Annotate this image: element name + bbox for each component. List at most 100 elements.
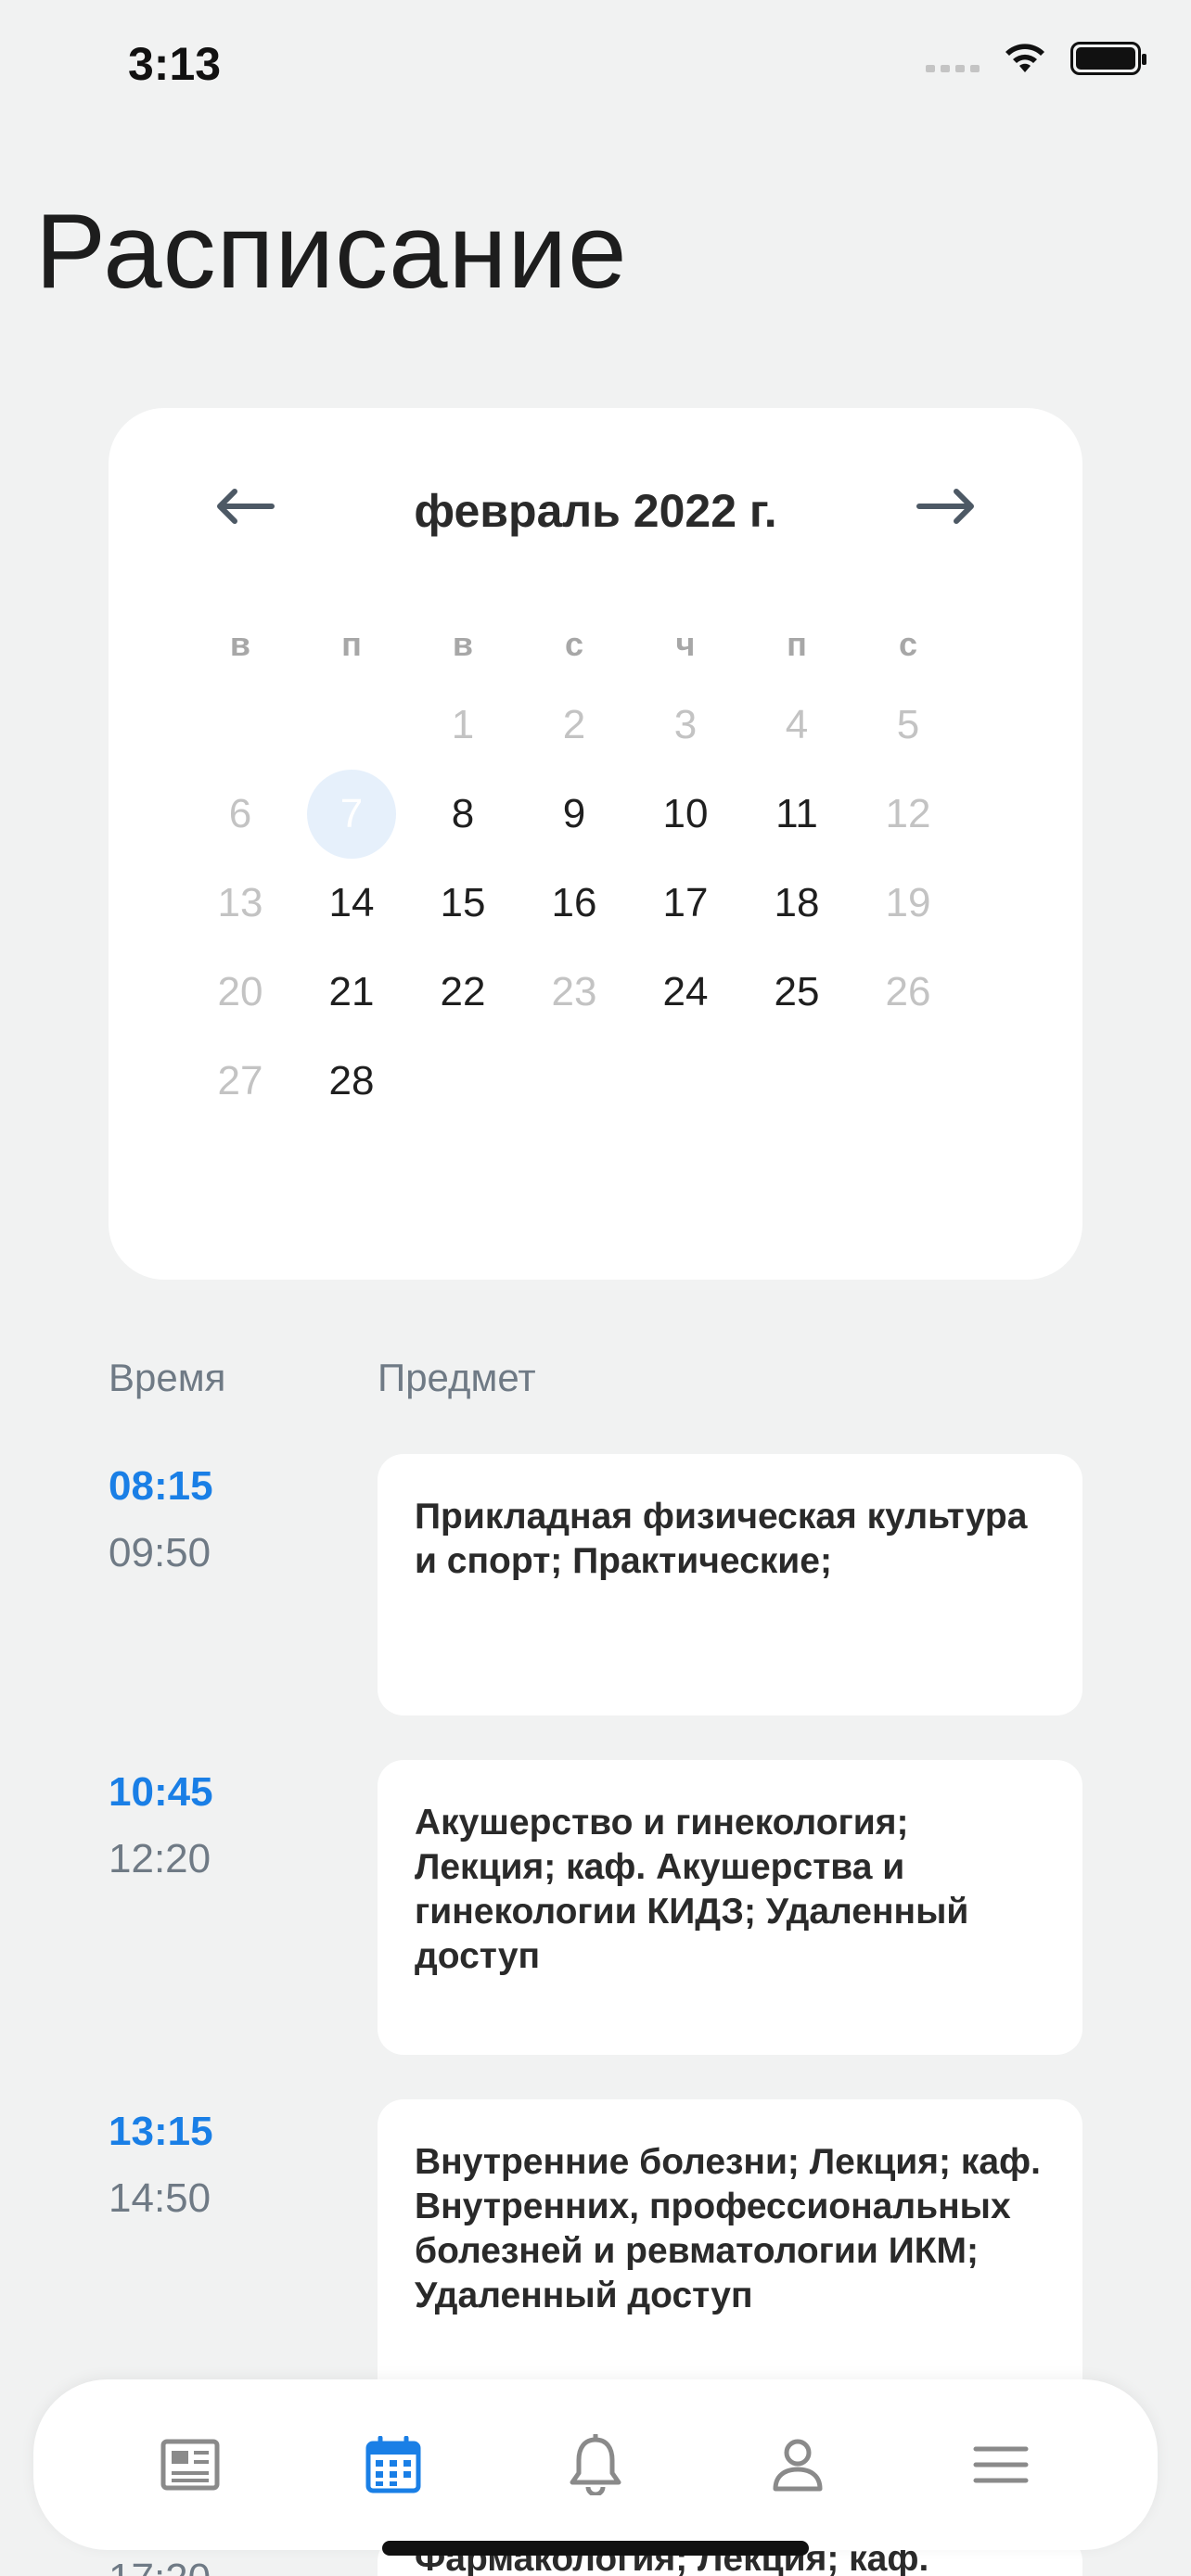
calendar-day-number: 16 [551, 880, 597, 925]
calendar-day-number: 28 [328, 1058, 375, 1103]
calendar-day[interactable]: 8 [407, 791, 519, 837]
weekday-label: с [898, 625, 918, 663]
menu-icon [973, 2446, 1029, 2483]
calendar-day-number: 14 [328, 880, 375, 925]
lesson-subject: Внутренние болезни; Лекция; каф. Внутрен… [415, 2142, 1042, 2315]
calendar-day[interactable]: 11 [741, 791, 852, 837]
calendar-weeks: 1 2 3 4 5 6 7 8 9 10 11 12 13 14 15 16 17 18 19 20 21 22 23 24 2… [185, 681, 964, 1126]
tab-schedule[interactable] [352, 2423, 435, 2506]
calendar-icon [365, 2436, 421, 2493]
lesson-card[interactable]: Акушерство и гинекология; Лекция; каф. А… [378, 1760, 1082, 2055]
weekday-label: в [229, 625, 251, 663]
lesson-start-time: 13:15 [109, 2109, 213, 2154]
calendar-day[interactable]: 3 [630, 702, 741, 748]
calendar-day[interactable]: 18 [741, 880, 852, 926]
wifi-icon [1005, 44, 1044, 72]
calendar-day[interactable]: 4 [741, 702, 852, 748]
page-title: Расписание [35, 193, 628, 311]
schedule-subject-column-header: Предмет [378, 1356, 536, 1399]
calendar-week-row: 27 28 [185, 1037, 964, 1126]
calendar-day-number: 9 [562, 791, 586, 836]
calendar-day-number: 19 [885, 880, 931, 925]
calendar-day-number: 11 [775, 791, 818, 836]
calendar-day[interactable]: 13 [185, 880, 296, 926]
calendar-day[interactable]: 1 [407, 702, 519, 748]
calendar-day[interactable]: 23 [519, 969, 630, 1015]
calendar-day-number: 12 [885, 791, 931, 836]
calendar-day[interactable]: 21 [296, 969, 407, 1015]
next-month-button[interactable] [914, 478, 979, 534]
calendar-day-number: 2 [562, 702, 586, 747]
calendar-day[interactable]: 12 [852, 791, 964, 837]
calendar-day[interactable]: 6 [185, 791, 296, 837]
weekday-label: в [452, 625, 474, 663]
calendar-day-number: 10 [662, 791, 709, 836]
tab-notifications[interactable] [554, 2423, 637, 2506]
calendar-day-number: 4 [785, 702, 809, 747]
calendar-day-number: 18 [774, 880, 820, 925]
schedule-time-column-header: Время [109, 1356, 226, 1399]
lesson-card[interactable]: Прикладная физическая культура и спорт; … [378, 1454, 1082, 1715]
calendar-day[interactable]: 14 [296, 880, 407, 926]
lesson-start-time: 10:45 [109, 1769, 213, 1815]
profile-icon [773, 2439, 823, 2492]
calendar-day-number: 3 [673, 702, 698, 747]
calendar-day[interactable]: 26 [852, 969, 964, 1015]
calendar-day[interactable]: 17 [630, 880, 741, 926]
calendar-day-number: 15 [440, 880, 486, 925]
calendar-day-number: 1 [451, 702, 475, 747]
lesson-subject: Акушерство и гинекология; Лекция; каф. А… [415, 1803, 969, 1976]
tab-menu[interactable] [959, 2423, 1043, 2506]
calendar-day[interactable]: 28 [296, 1058, 407, 1104]
calendar-day[interactable]: 27 [185, 1058, 296, 1104]
calendar-day[interactable]: 5 [852, 702, 964, 748]
calendar-week-row: 13 14 15 16 17 18 19 [185, 859, 964, 948]
tab-news[interactable] [148, 2423, 232, 2506]
calendar-day[interactable]: 9 [519, 791, 630, 837]
battery-icon [1070, 42, 1146, 75]
calendar-day[interactable]: 15 [407, 880, 519, 926]
lesson-subject: Прикладная физическая культура и спорт; … [415, 1497, 1028, 1581]
calendar-day-selected[interactable]: 7 [296, 791, 407, 837]
calendar-day-number: 17 [662, 880, 709, 925]
calendar-day-number: 21 [328, 969, 375, 1014]
weekday-row: в п в с ч п с [185, 612, 964, 677]
calendar-day[interactable]: 25 [741, 969, 852, 1015]
news-icon [160, 2439, 220, 2491]
bell-icon [570, 2434, 621, 2495]
weekday-label: п [341, 625, 362, 663]
lesson-end-time: 09:50 [109, 1530, 211, 1575]
calendar-header: февраль 2022 г. [109, 475, 1082, 549]
calendar-day[interactable]: 2 [519, 702, 630, 748]
calendar-week-row: 1 2 3 4 5 [185, 681, 964, 770]
weekday-label: с [564, 625, 584, 663]
calendar-grid: в п в с ч п с 1 2 3 4 5 6 7 8 9 10 11 12 13 14 15 16 17 1… [185, 612, 964, 1126]
cellular-signal-icon [926, 45, 980, 72]
calendar-week-row: 20 21 22 23 24 25 26 [185, 948, 964, 1037]
arrow-right-icon [916, 489, 974, 524]
calendar-card: февраль 2022 г. в п в с ч п с 1234567891… [109, 408, 1082, 1280]
calendar-day-number: 23 [551, 969, 597, 1014]
calendar-day-number: 25 [774, 969, 820, 1014]
calendar-day-number: 5 [896, 702, 920, 747]
calendar-day-number: 27 [217, 1058, 263, 1103]
weekday-label: п [787, 625, 807, 663]
calendar-day[interactable]: 20 [185, 969, 296, 1015]
calendar-day[interactable]: 22 [407, 969, 519, 1015]
calendar-day-number: 6 [228, 791, 252, 836]
calendar-day-number: 26 [885, 969, 931, 1014]
tab-profile[interactable] [756, 2423, 839, 2506]
lesson-card[interactable]: Внутренние болезни; Лекция; каф. Внутрен… [378, 2099, 1082, 2405]
calendar-day[interactable]: 24 [630, 969, 741, 1015]
weekday-label: ч [675, 625, 696, 663]
status-time: 3:13 [128, 38, 222, 90]
calendar-day-number: 20 [217, 969, 263, 1014]
home-indicator [382, 2541, 809, 2556]
calendar-day[interactable]: 19 [852, 880, 964, 926]
calendar-day-number: 24 [662, 969, 709, 1014]
status-icons [926, 41, 1146, 76]
calendar-day[interactable]: 16 [519, 880, 630, 926]
calendar-day[interactable]: 10 [630, 791, 741, 837]
calendar-day-number: 22 [440, 969, 486, 1014]
calendar-day-number: 13 [217, 880, 263, 925]
